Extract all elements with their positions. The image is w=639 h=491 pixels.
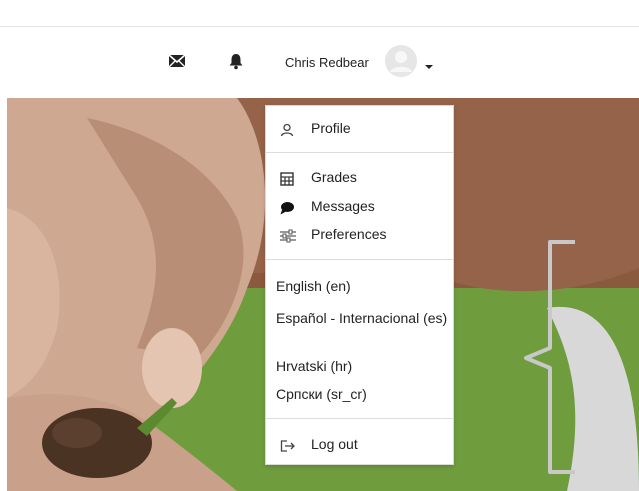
user-name[interactable]: Chris Redbear [285, 55, 369, 70]
language-srpski[interactable]: Српски ‎(sr_cr)‎ [276, 386, 367, 402]
menu-divider [266, 418, 453, 419]
curly-brace-annotation [520, 240, 580, 480]
language-english[interactable]: English ‎(en)‎ [276, 278, 351, 294]
sliders-icon [280, 229, 296, 243]
language-hrvatski[interactable]: Hrvatski ‎(hr)‎ [276, 358, 352, 374]
logout-icon [280, 439, 295, 453]
avatar-icon[interactable] [385, 45, 417, 77]
envelope-icon[interactable] [168, 52, 186, 70]
grades-icon [280, 172, 294, 186]
bell-icon[interactable] [227, 52, 245, 70]
speech-bubble-icon [280, 201, 294, 215]
caret-down-icon[interactable] [425, 57, 433, 75]
menu-divider [266, 259, 453, 260]
language-espanol[interactable]: Español - Internacional ‎(es)‎ [276, 306, 451, 330]
menu-divider [266, 152, 453, 153]
user-dropdown-menu: Profile Grades Messages Preferences Engl… [265, 105, 454, 465]
profile-icon [280, 123, 294, 137]
